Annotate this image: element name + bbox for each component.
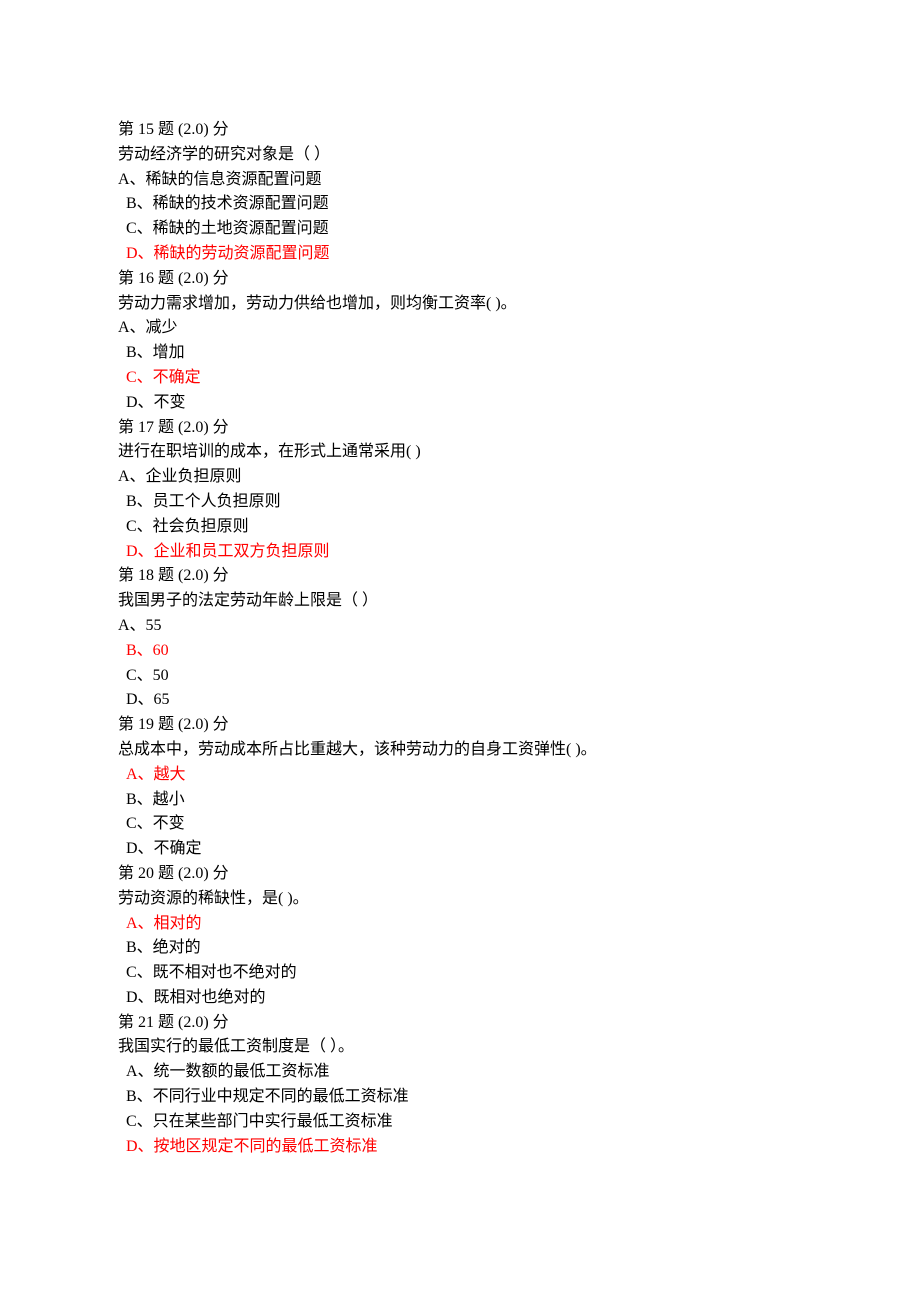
option: D、既相对也绝对的: [118, 986, 920, 1011]
option: D、不确定: [118, 837, 920, 862]
question-stem: 我国实行的最低工资制度是（ ）。: [118, 1035, 920, 1060]
question-header: 第 19 题 (2.0) 分: [118, 713, 920, 738]
question-stem: 我国男子的法定劳动年龄上限是（ ）: [118, 589, 920, 614]
option: A、减少: [118, 316, 920, 341]
option: A、相对的: [118, 912, 920, 937]
option: C、只在某些部门中实行最低工资标准: [118, 1110, 920, 1135]
option: C、不变: [118, 812, 920, 837]
question-block: 第 21 题 (2.0) 分我国实行的最低工资制度是（ ）。A、统一数额的最低工…: [118, 1011, 920, 1160]
question-header: 第 18 题 (2.0) 分: [118, 564, 920, 589]
question-block: 第 18 题 (2.0) 分 我国男子的法定劳动年龄上限是（ ）A、55B、60…: [118, 564, 920, 713]
option: D、按地区规定不同的最低工资标准: [118, 1135, 920, 1160]
option: B、员工个人负担原则: [118, 490, 920, 515]
question-stem: 劳动力需求增加，劳动力供给也增加，则均衡工资率( )。: [118, 292, 920, 317]
question-stem: 劳动资源的稀缺性，是( )。: [118, 887, 920, 912]
question-stem: 进行在职培训的成本，在形式上通常采用( ): [118, 440, 920, 465]
option: A、企业负担原则: [118, 465, 920, 490]
question-header: 第 21 题 (2.0) 分: [118, 1011, 920, 1036]
option: B、越小: [118, 788, 920, 813]
option: B、不同行业中规定不同的最低工资标准: [118, 1085, 920, 1110]
option: C、50: [118, 664, 920, 689]
question-block: 第 15 题 (2.0) 分劳动经济学的研究对象是（ ）A、稀缺的信息资源配置问…: [118, 118, 920, 267]
question-stem: 总成本中，劳动成本所占比重越大，该种劳动力的自身工资弹性( )。: [118, 738, 920, 763]
option: C、社会负担原则: [118, 515, 920, 540]
option: D、不变: [118, 391, 920, 416]
option: A、越大: [118, 763, 920, 788]
option: A、稀缺的信息资源配置问题: [118, 168, 920, 193]
question-block: 第 19 题 (2.0) 分总成本中，劳动成本所占比重越大，该种劳动力的自身工资…: [118, 713, 920, 862]
option: B、60: [118, 639, 920, 664]
question-block: 第 20 题 (2.0) 分劳动资源的稀缺性，是( )。A、相对的B、绝对的C、…: [118, 862, 920, 1011]
question-header: 第 20 题 (2.0) 分: [118, 862, 920, 887]
question-header: 第 17 题 (2.0) 分: [118, 416, 920, 441]
option: D、企业和员工双方负担原则: [118, 540, 920, 565]
option: C、既不相对也不绝对的: [118, 961, 920, 986]
option: B、绝对的: [118, 936, 920, 961]
question-block: 第 17 题 (2.0) 分进行在职培训的成本，在形式上通常采用( )A、企业负…: [118, 416, 920, 565]
option: A、统一数额的最低工资标准: [118, 1060, 920, 1085]
question-header: 第 16 题 (2.0) 分: [118, 267, 920, 292]
option: C、稀缺的土地资源配置问题: [118, 217, 920, 242]
option: C、不确定: [118, 366, 920, 391]
question-header: 第 15 题 (2.0) 分: [118, 118, 920, 143]
option: D、稀缺的劳动资源配置问题: [118, 242, 920, 267]
questions-container: 第 15 题 (2.0) 分劳动经济学的研究对象是（ ）A、稀缺的信息资源配置问…: [118, 118, 920, 1159]
option: A、55: [118, 614, 920, 639]
option: D、65: [118, 688, 920, 713]
question-stem: 劳动经济学的研究对象是（ ）: [118, 143, 920, 168]
question-block: 第 16 题 (2.0) 分劳动力需求增加，劳动力供给也增加，则均衡工资率( )…: [118, 267, 920, 416]
option: B、增加: [118, 341, 920, 366]
option: B、稀缺的技术资源配置问题: [118, 192, 920, 217]
